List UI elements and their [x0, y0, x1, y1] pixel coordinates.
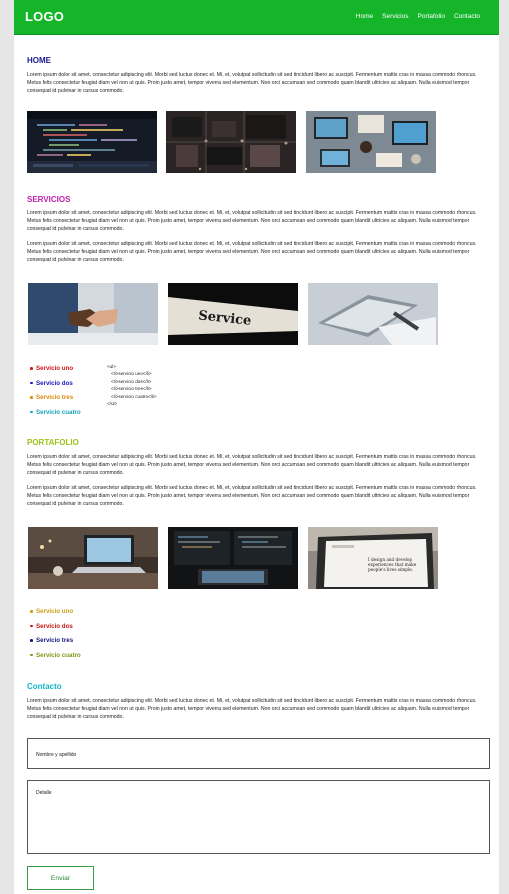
detail-textarea[interactable]: Detalle: [27, 780, 490, 854]
detail-placeholder: Detalle: [36, 790, 52, 796]
desk-laptops-image: [306, 111, 436, 173]
laptop-desk-image: [28, 527, 158, 589]
svg-text:I design and develop e: I design and develop experiences that ma…: [368, 557, 418, 572]
list-item: Servicio tres: [30, 394, 81, 409]
servicios-title: SERVICIOS: [27, 195, 71, 204]
nav-contacto[interactable]: Contacto: [454, 13, 480, 20]
list-item: Servicio dos: [30, 380, 81, 395]
portafolio-paragraph-1: Lorem ipsum dolor sit amet, consectetur …: [27, 454, 477, 477]
circuit-board-image: [166, 111, 296, 173]
list-item: Servicio dos: [30, 623, 81, 638]
portafolio-title: PORTAFOLIO: [27, 438, 79, 447]
portafolio-paragraph-2: Lorem ipsum dolor sit amet, consectetur …: [27, 485, 477, 508]
contacto-title: Contacto: [27, 682, 62, 691]
code-line: <li>servicio cuatro</li>: [111, 393, 157, 399]
list-item: Servicio uno: [30, 608, 81, 623]
servicios-list: Servicio uno Servicio dos Servicio tres …: [30, 365, 81, 423]
name-field-placeholder: Nombre y apellido: [36, 752, 77, 758]
tablet-quote-image: I design and develop experiences that ma…: [308, 527, 438, 589]
code-line: <li>servicio uno</li>: [111, 371, 152, 377]
service-sign-image: Service: [168, 283, 298, 345]
list-item: Servicio tres: [30, 637, 81, 652]
list-item: Servicio cuatro: [30, 409, 81, 424]
name-field[interactable]: Nombre y apellido: [27, 738, 490, 769]
code-line: <li>servicio dos</li>: [111, 378, 152, 384]
page: LOGO Home Servicios Portafolio Contacto …: [14, 0, 499, 894]
monitors-code-image: [168, 527, 298, 589]
servicios-paragraph-2: Lorem ipsum dolor sit amet, consectetur …: [27, 241, 477, 264]
home-title: HOME: [27, 56, 51, 65]
logo[interactable]: LOGO: [25, 9, 64, 24]
code-screen-image: [27, 111, 157, 173]
nav-menu: Home Servicios Portafolio Contacto: [356, 13, 480, 20]
handshake-image: [28, 283, 158, 345]
list-item: Servicio cuatro: [30, 652, 81, 667]
code-line: <li>servicio tres</li>: [111, 386, 152, 392]
navbar: LOGO Home Servicios Portafolio Contacto: [14, 0, 499, 35]
code-snippet: <ul> <li>servicio uno</li> <li>servicio …: [107, 363, 157, 407]
code-line: <ul>: [107, 364, 116, 369]
home-paragraph: Lorem ipsum dolor sit amet, consectetur …: [27, 72, 477, 95]
servicios-paragraph-1: Lorem ipsum dolor sit amet, consectetur …: [27, 210, 477, 233]
nav-portafolio[interactable]: Portafolio: [418, 13, 445, 20]
code-line: </ul>: [107, 401, 118, 407]
submit-button[interactable]: Enviar: [27, 866, 94, 890]
contacto-paragraph: Lorem ipsum dolor sit amet, consectetur …: [27, 698, 477, 721]
list-item: Servicio uno: [30, 365, 81, 380]
nav-home[interactable]: Home: [356, 13, 373, 20]
nav-servicios[interactable]: Servicios: [382, 13, 408, 20]
portafolio-list: Servicio uno Servicio dos Servicio tres …: [30, 608, 81, 666]
office-laptop-image: [308, 283, 438, 345]
